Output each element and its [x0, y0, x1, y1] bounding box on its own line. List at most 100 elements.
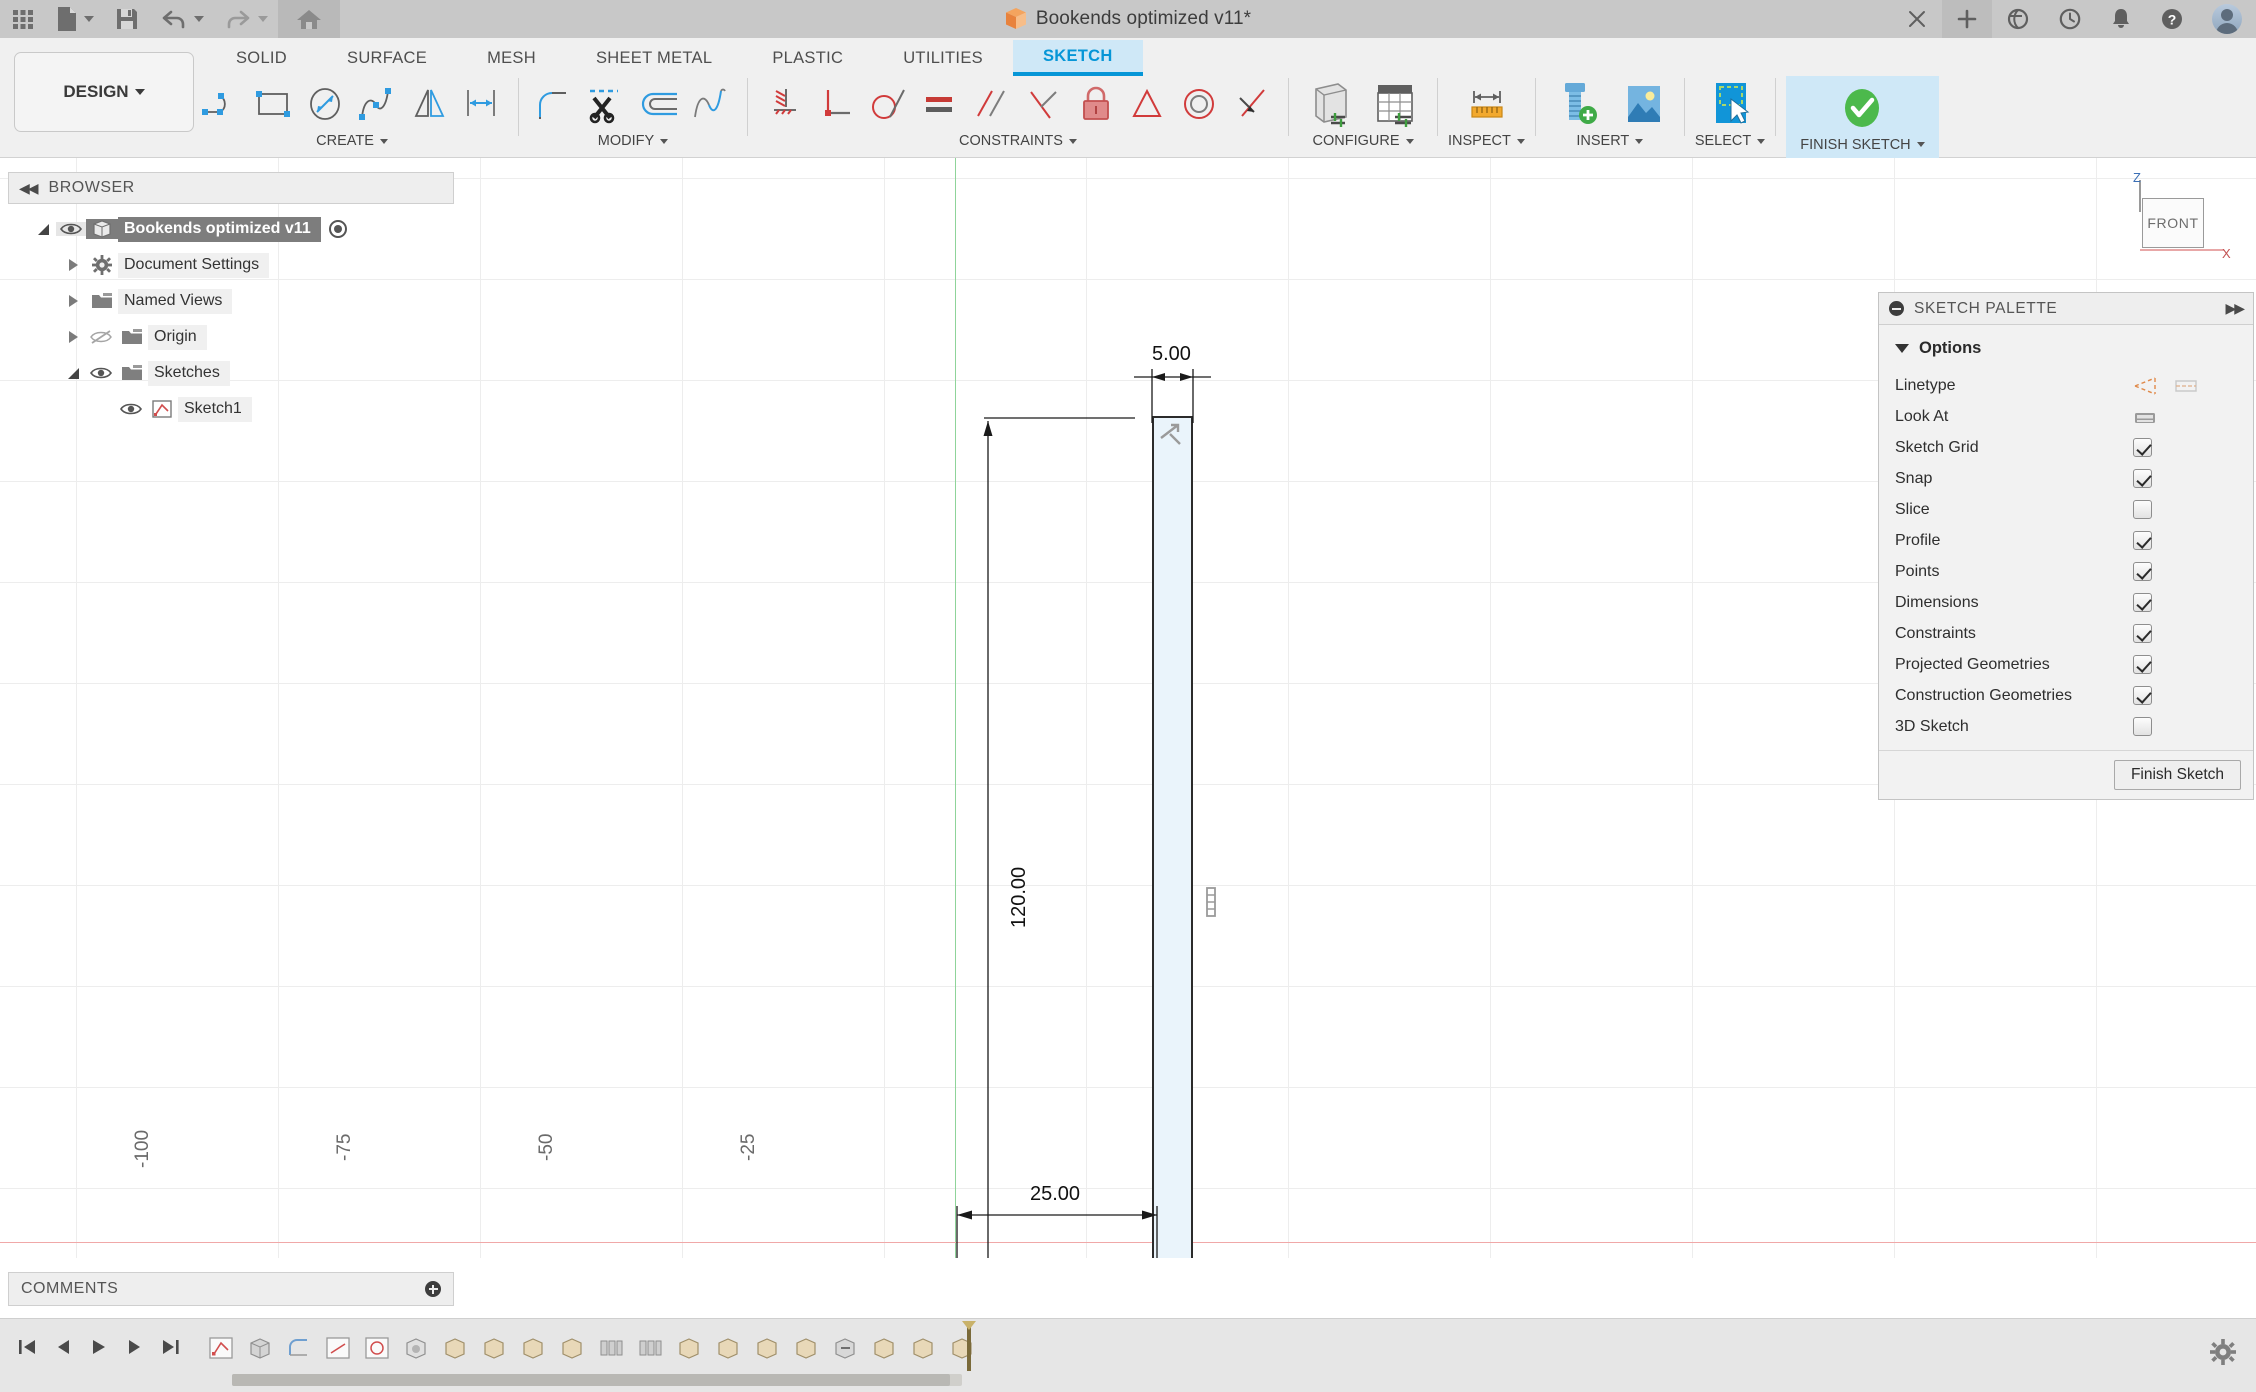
browser-header[interactable]: ◀◀ BROWSER: [8, 172, 454, 204]
expander-closed[interactable]: [60, 331, 86, 343]
tab-solid[interactable]: SOLID: [206, 40, 317, 76]
selection-radio[interactable]: [328, 220, 347, 238]
finish-sketch-button[interactable]: Finish Sketch: [2113, 760, 2241, 790]
tree-item-sketches[interactable]: Sketches: [8, 355, 454, 391]
offset-tool[interactable]: [633, 77, 685, 131]
new-tab-button[interactable]: [1942, 0, 1992, 38]
finish-sketch-tool[interactable]: [1830, 82, 1894, 136]
step-back-icon[interactable]: [52, 1337, 74, 1357]
visibility-toggle[interactable]: [56, 222, 86, 236]
group-label-constraints[interactable]: CONSTRAINTS: [959, 133, 1077, 149]
sketch-grid-checkbox[interactable]: [2133, 438, 2152, 457]
play-icon[interactable]: [88, 1337, 110, 1357]
constraints-checkbox[interactable]: [2133, 624, 2152, 643]
timeline-feature-body7[interactable]: [751, 1332, 783, 1364]
job-status-button[interactable]: [2044, 0, 2096, 38]
finish-sketch-group[interactable]: FINISH SKETCH: [1786, 76, 1939, 158]
group-label-insert[interactable]: INSERT: [1576, 133, 1644, 149]
timeline-scrollbar[interactable]: [232, 1374, 962, 1386]
concentric-tool[interactable]: [1174, 77, 1226, 131]
save-button[interactable]: [104, 0, 150, 38]
slice-checkbox[interactable]: [2133, 500, 2152, 519]
extensions-button[interactable]: [1992, 0, 2044, 38]
timeline-feature-pattern[interactable]: [595, 1332, 627, 1364]
account-button[interactable]: [2198, 0, 2256, 38]
new-file-button[interactable]: [46, 0, 104, 38]
snap-checkbox[interactable]: [2133, 469, 2152, 488]
timeline-feature-sketch2[interactable]: [322, 1332, 354, 1364]
tab-sketch[interactable]: SKETCH: [1012, 40, 1143, 76]
group-label-select[interactable]: SELECT: [1695, 133, 1766, 149]
fillet-tool[interactable]: [529, 77, 581, 131]
help-button[interactable]: ?: [2146, 0, 2198, 38]
timeline-feature-combine[interactable]: [829, 1332, 861, 1364]
dimensions-checkbox[interactable]: [2133, 593, 2152, 612]
timeline-feature-body1[interactable]: [439, 1332, 471, 1364]
tab-plastic[interactable]: PLASTIC: [742, 40, 873, 76]
timeline-settings-button[interactable]: [2208, 1337, 2238, 1367]
tree-item-document-settings[interactable]: Document Settings: [8, 247, 454, 283]
notifications-button[interactable]: [2096, 0, 2146, 38]
group-label-inspect[interactable]: INSPECT: [1448, 133, 1525, 149]
group-label-finish-sketch[interactable]: FINISH SKETCH: [1800, 137, 1925, 153]
line-tool[interactable]: [196, 77, 248, 131]
timeline-feature-extrude[interactable]: [244, 1332, 276, 1364]
comments-panel[interactable]: COMMENTS: [8, 1272, 454, 1306]
go-to-beginning-icon[interactable]: [16, 1337, 38, 1357]
double-right-arrow-icon[interactable]: ▶▶: [2225, 300, 2244, 317]
timeline-feature-fillet[interactable]: [283, 1332, 315, 1364]
construction-geometries-checkbox[interactable]: [2133, 686, 2152, 705]
sketch-dimension-tool[interactable]: [456, 77, 508, 131]
profile-checkbox[interactable]: [2133, 531, 2152, 550]
projected-geometries-checkbox[interactable]: [2133, 655, 2152, 674]
fix-ground-tool[interactable]: [758, 77, 810, 131]
configure-table-tool[interactable]: [1363, 77, 1427, 131]
step-forward-icon[interactable]: [124, 1337, 146, 1357]
tab-utilities[interactable]: UTILITIES: [873, 40, 1013, 76]
go-to-end-icon[interactable]: [160, 1337, 182, 1357]
select-tool[interactable]: [1698, 77, 1762, 131]
tree-item-origin[interactable]: Origin: [8, 319, 454, 355]
timeline-feature-body9[interactable]: [868, 1332, 900, 1364]
timeline-feature-body5[interactable]: [673, 1332, 705, 1364]
timeline-feature-sketch[interactable]: [205, 1332, 237, 1364]
tree-item-root[interactable]: Bookends optimized v11: [8, 211, 454, 247]
tree-item-sketch1[interactable]: Sketch1: [8, 391, 454, 427]
plus-circle-icon[interactable]: [425, 1281, 441, 1297]
configure-body-tool[interactable]: [1299, 77, 1363, 131]
visibility-toggle[interactable]: [86, 366, 116, 380]
undo-button[interactable]: [150, 0, 214, 38]
timeline-marker[interactable]: [960, 1321, 978, 1371]
timeline-feature-body3[interactable]: [517, 1332, 549, 1364]
timeline-feature-body4[interactable]: [556, 1332, 588, 1364]
curvature-tool[interactable]: [685, 77, 737, 131]
symmetry-tool[interactable]: [1122, 77, 1174, 131]
expander-closed[interactable]: [60, 259, 86, 271]
tab-surface[interactable]: SURFACE: [317, 40, 457, 76]
visibility-toggle-off[interactable]: [86, 329, 116, 345]
insert-mcmaster-tool[interactable]: [1546, 77, 1610, 131]
timeline-feature-body6[interactable]: [712, 1332, 744, 1364]
view-cube-front-face[interactable]: FRONT: [2142, 198, 2204, 248]
timeline-feature-body8[interactable]: [790, 1332, 822, 1364]
curvature-constraint-tool[interactable]: [1226, 77, 1278, 131]
timeline-feature-body2[interactable]: [478, 1332, 510, 1364]
expander-open[interactable]: [30, 223, 56, 235]
options-section-header[interactable]: Options: [1879, 335, 2253, 370]
3d-sketch-checkbox[interactable]: [2133, 717, 2152, 736]
group-label-create[interactable]: CREATE: [316, 133, 388, 149]
minus-circle-icon[interactable]: [1889, 301, 1904, 316]
measure-tool[interactable]: [1454, 77, 1518, 131]
trim-tool[interactable]: [581, 77, 633, 131]
circle-tool[interactable]: [300, 77, 352, 131]
insert-canvas-tool[interactable]: [1610, 77, 1674, 131]
timeline-feature-body10[interactable]: [907, 1332, 939, 1364]
home-button[interactable]: [278, 0, 340, 38]
mirror-tool[interactable]: [404, 77, 456, 131]
midpoint-tool[interactable]: [1018, 77, 1070, 131]
tangent-tool[interactable]: [862, 77, 914, 131]
centerline-icon[interactable]: [2173, 375, 2199, 397]
fix-lock-tool[interactable]: [1070, 77, 1122, 131]
equal-tool[interactable]: [914, 77, 966, 131]
tab-sheet-metal[interactable]: SHEET METAL: [566, 40, 742, 76]
